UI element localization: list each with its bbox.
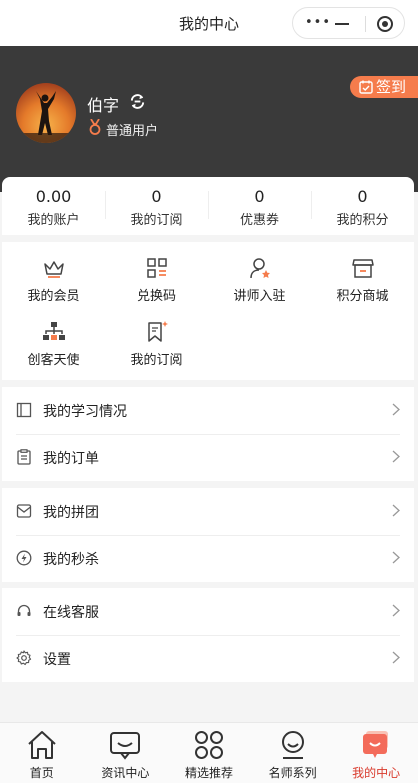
headset-icon [17, 604, 31, 616]
teacher-icon [281, 731, 304, 759]
tab-home[interactable]: 首页 [0, 723, 84, 783]
menu-item-label: 我的学习情况 [43, 404, 127, 420]
menu-item-settings[interactable]: 设置 [2, 635, 414, 682]
stat-label: 优惠券 [239, 213, 279, 228]
menu-item-label: 我的秒杀 [43, 552, 99, 568]
user-center-icon [363, 731, 389, 758]
chevron-right-icon [392, 504, 400, 517]
crown-icon [43, 261, 64, 278]
refresh-icon[interactable] [128, 92, 147, 111]
tab-label: 资讯中心 [101, 766, 150, 780]
org-chart-icon [42, 322, 65, 340]
grid-code-icon [146, 258, 167, 278]
stat-label: 我的账户 [27, 213, 80, 228]
calendar-check-icon [359, 80, 373, 94]
bookmark-icon [147, 321, 168, 342]
menu-item-label: 设置 [43, 652, 71, 668]
grid-label: 兑换码 [136, 289, 176, 304]
grid-label: 我的会员 [27, 289, 80, 304]
medal-icon [89, 119, 101, 135]
user-role: 普通用户 [106, 124, 159, 139]
stat-label: 我的订阅 [130, 213, 183, 228]
grid-item-redeem-code[interactable]: 兑换码 [105, 256, 208, 304]
tab-label: 精选推荐 [184, 766, 233, 780]
grid-item-my-subscriptions[interactable]: 我的订阅 [105, 320, 208, 368]
bottom-tab-bar: 首页 资讯中心 精选推荐 名师系列 我的中心 [0, 722, 418, 783]
menu-item-group-buy[interactable]: 我的拼团 [2, 488, 414, 535]
account-stats: 0.00 我的账户 0 我的订阅 0 优惠券 0 我的积分 [2, 177, 414, 235]
close-icon[interactable] [377, 16, 393, 32]
bolt-icon [16, 550, 32, 566]
feature-grid: 我的会员 兑换码 讲师入驻 积分商城 创客天使 我的订阅 [2, 242, 414, 380]
envelope-icon [16, 504, 32, 518]
tab-label: 名师系列 [268, 766, 317, 780]
stat-value: 0.00 [35, 187, 72, 206]
grid-item-teacher-join[interactable]: 讲师入驻 [208, 256, 311, 304]
mini-program-capsule: ••• [292, 7, 405, 39]
menu-item-study-status[interactable]: 我的学习情况 [2, 387, 414, 434]
menu-item-label: 我的拼团 [43, 505, 99, 521]
stat-subscriptions[interactable]: 0 我的订阅 [105, 177, 208, 235]
chevron-right-icon [392, 651, 400, 664]
grid-label: 创客天使 [27, 353, 80, 368]
chevron-right-icon [392, 403, 400, 416]
tab-featured[interactable]: 精选推荐 [167, 723, 251, 783]
stat-value: 0 [357, 187, 368, 206]
stat-coupons[interactable]: 0 优惠券 [208, 177, 311, 235]
gear-icon [16, 650, 32, 666]
username: 伯字 [87, 96, 120, 115]
navigation-bar: 我的中心 ••• [0, 0, 418, 46]
menu-item-customer-service[interactable]: 在线客服 [2, 588, 414, 635]
home-icon [28, 731, 56, 759]
clover-icon [194, 731, 223, 759]
signin-button[interactable]: 签到 [350, 76, 418, 98]
tab-my-center[interactable]: 我的中心 [334, 723, 418, 783]
menu-group-promotions: 我的拼团 我的秒杀 [2, 488, 414, 582]
menu-group-study: 我的学习情况 我的订单 [2, 387, 414, 481]
chat-icon [110, 732, 141, 760]
chevron-right-icon [392, 551, 400, 564]
menu-group-support: 在线客服 设置 [2, 588, 414, 682]
shop-icon [351, 259, 374, 278]
grid-item-points-mall[interactable]: 积分商城 [311, 256, 414, 304]
profile-header: 伯字 普通用户 签到 [0, 46, 418, 192]
minimize-icon[interactable] [335, 23, 349, 25]
tab-label: 我的中心 [352, 766, 401, 780]
stat-label: 我的积分 [336, 213, 389, 228]
avatar-silhouette-icon [16, 91, 76, 143]
teacher-icon [249, 258, 270, 279]
stat-value: 0 [151, 187, 162, 206]
more-icon[interactable]: ••• [305, 16, 331, 30]
menu-item-flash-sale[interactable]: 我的秒杀 [2, 535, 414, 582]
avatar[interactable] [16, 83, 76, 143]
chevron-right-icon [392, 604, 400, 617]
tab-teachers[interactable]: 名师系列 [251, 723, 335, 783]
capsule-divider [365, 16, 366, 32]
clipboard-icon [17, 449, 31, 465]
grid-item-membership[interactable]: 我的会员 [2, 256, 105, 304]
signin-label: 签到 [376, 78, 407, 96]
stat-account[interactable]: 0.00 我的账户 [2, 177, 105, 235]
menu-item-label: 在线客服 [43, 605, 99, 621]
chevron-right-icon [392, 450, 400, 463]
grid-label: 积分商城 [336, 289, 389, 304]
grid-item-maker-angel[interactable]: 创客天使 [2, 320, 105, 368]
grid-label: 我的订阅 [130, 353, 183, 368]
tab-news[interactable]: 资讯中心 [84, 723, 168, 783]
grid-label: 讲师入驻 [233, 289, 286, 304]
tab-label: 首页 [29, 766, 54, 780]
stat-points[interactable]: 0 我的积分 [311, 177, 414, 235]
menu-item-label: 我的订单 [43, 451, 99, 467]
book-icon [16, 402, 32, 418]
stat-value: 0 [254, 187, 265, 206]
menu-item-orders[interactable]: 我的订单 [2, 434, 414, 481]
